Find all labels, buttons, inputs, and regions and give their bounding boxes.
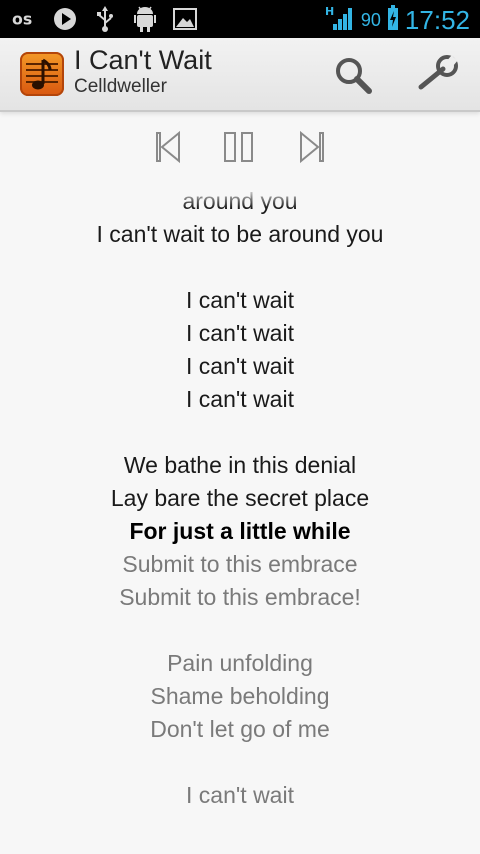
search-button[interactable]	[330, 52, 376, 98]
pause-icon	[224, 132, 253, 162]
signal-icon: H	[325, 4, 355, 37]
lyric-line: Lay bare the secret place	[110, 485, 370, 511]
lyric-line: I can't wait	[186, 320, 294, 346]
lyric-line: Don't let go of me	[150, 716, 330, 742]
lyric-line: Submit to this embrace	[122, 551, 358, 577]
lyric-line-current: For just a little while	[129, 518, 351, 544]
lyric-line: I can't wait	[186, 386, 294, 412]
lyric-line: We bathe in this denial	[123, 452, 357, 478]
pause-button[interactable]	[222, 130, 256, 164]
lyrics-fade-overlay	[0, 182, 480, 208]
lyric-line: I can't wait	[186, 353, 294, 379]
clock: 17:52	[404, 5, 470, 35]
artist-name: Celldweller	[74, 76, 167, 97]
lyric-line: Pain unfolding	[167, 650, 313, 676]
svg-text:os: os	[12, 10, 32, 29]
android-debug-icon	[132, 6, 158, 32]
next-icon	[300, 130, 324, 164]
app-music-icon[interactable]	[20, 52, 64, 96]
lyrics-view[interactable]: around youI can't wait to be around youI…	[0, 182, 480, 854]
action-bar: I Can't Wait Celldweller	[0, 38, 480, 112]
status-bar: os H 90 17:52	[0, 0, 480, 38]
lyric-line: I can't wait to be around you	[96, 221, 384, 247]
lyric-line: I can't wait	[186, 782, 294, 808]
lyric-line: I can't wait	[186, 287, 294, 313]
settings-button[interactable]	[414, 52, 460, 98]
previous-button[interactable]	[152, 130, 186, 164]
wrench-icon	[418, 55, 458, 90]
lastfm-icon: os	[12, 6, 38, 32]
lyric-line: Shame beholding	[150, 683, 330, 709]
battery-level: 90	[360, 10, 381, 30]
player-controls	[0, 112, 480, 182]
usb-icon	[92, 6, 118, 32]
search-icon	[336, 58, 372, 94]
previous-icon	[156, 130, 180, 164]
gallery-icon	[172, 6, 198, 32]
next-button[interactable]	[296, 130, 330, 164]
song-title: I Can't Wait	[74, 45, 212, 75]
lyric-line: Submit to this embrace!	[119, 584, 361, 610]
network-type: H	[325, 5, 334, 18]
play-icon	[52, 6, 78, 32]
battery-icon	[387, 5, 399, 36]
